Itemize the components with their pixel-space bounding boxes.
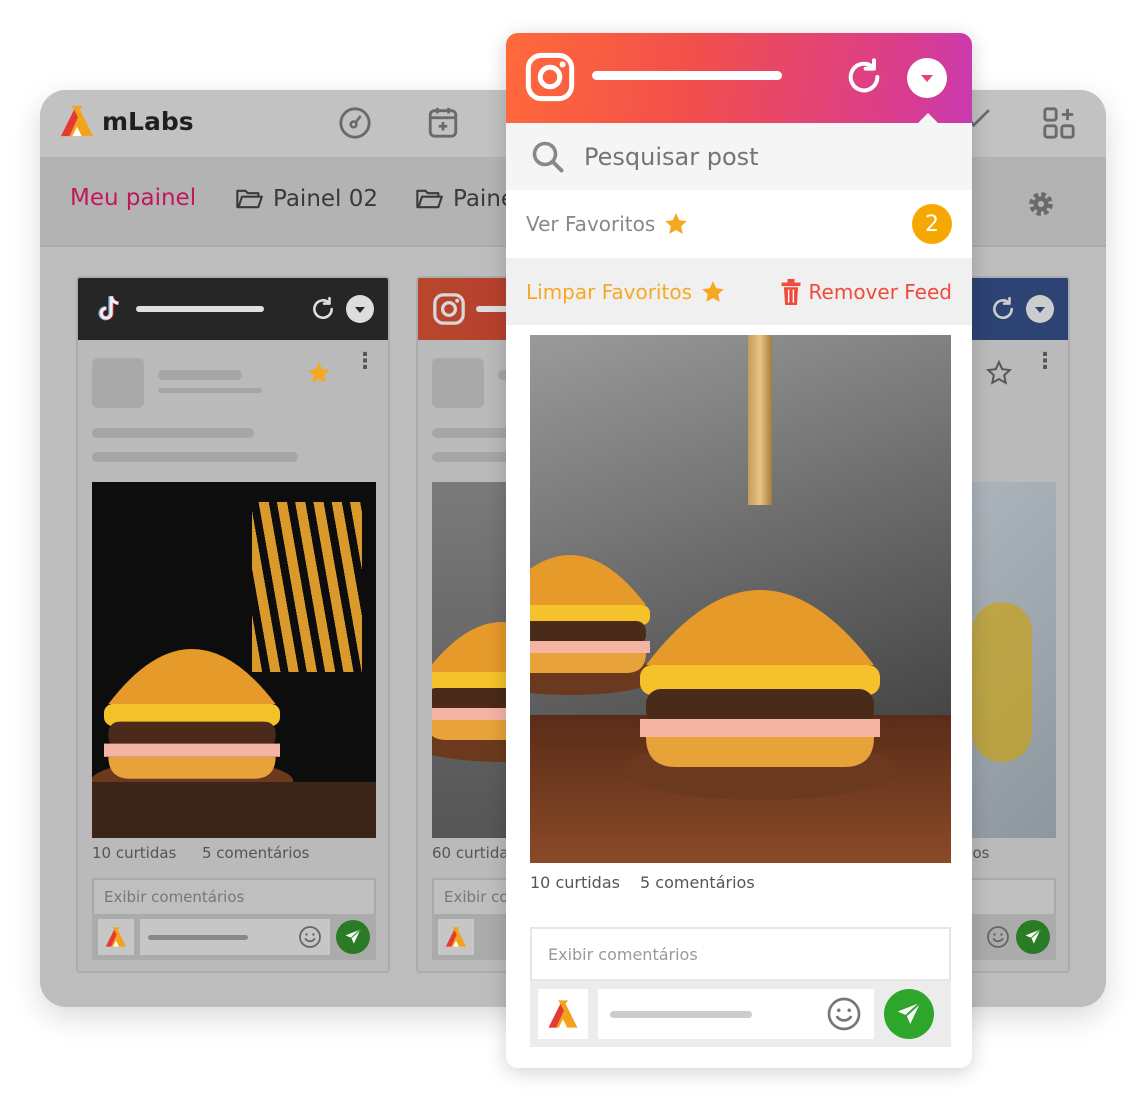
- dashboard-icon[interactable]: [338, 106, 372, 140]
- star-icon: [700, 279, 726, 305]
- more-options-icon[interactable]: ⋮: [354, 351, 376, 373]
- account-avatar: [438, 919, 474, 955]
- clear-favorites-label: Limpar Favoritos: [526, 279, 692, 304]
- remove-feed-button[interactable]: Remover Feed: [781, 278, 952, 305]
- tab-label: Meu painel: [70, 185, 197, 211]
- comments-count: 5 comentários: [202, 844, 310, 862]
- send-button[interactable]: [884, 989, 934, 1039]
- account-avatar: [538, 989, 588, 1039]
- feed-header: [506, 33, 972, 123]
- search-input[interactable]: [584, 142, 924, 171]
- instagram-icon: [524, 51, 576, 103]
- show-comments-button[interactable]: Exibir comentários: [92, 878, 376, 916]
- mlabs-logo-icon: [58, 104, 96, 138]
- send-icon: [1023, 927, 1043, 947]
- post-image: [530, 335, 951, 863]
- search-bar[interactable]: [506, 123, 972, 190]
- emoji-icon[interactable]: [986, 925, 1010, 949]
- trash-icon: [781, 278, 800, 305]
- avatar: [92, 358, 144, 408]
- clear-favorites-button[interactable]: Limpar Favoritos: [526, 279, 726, 305]
- star-icon[interactable]: [306, 360, 332, 386]
- app-name: mLabs: [102, 106, 194, 136]
- add-widget-icon[interactable]: [1042, 106, 1076, 140]
- calendar-add-icon[interactable]: [426, 104, 460, 140]
- mlabs-logo-icon: [546, 998, 580, 1030]
- folder-icon: [415, 185, 443, 213]
- search-icon: [532, 141, 564, 172]
- instagram-feed-popup: Ver Favoritos 2 Limpar Favoritos Remover…: [506, 33, 972, 1068]
- feed-menu-button[interactable]: [907, 58, 947, 98]
- send-icon: [343, 927, 363, 947]
- caret-down-icon: [355, 306, 365, 318]
- caret-down-icon: [921, 75, 933, 88]
- feed-menu-button[interactable]: [1026, 295, 1054, 323]
- tab-meu-painel[interactable]: Meu painel: [70, 185, 196, 211]
- view-favorites-label: Ver Favoritos: [526, 212, 656, 236]
- refresh-icon[interactable]: [310, 296, 336, 322]
- author-placeholder: [158, 370, 242, 380]
- caret-down-icon: [1035, 306, 1045, 318]
- feed-card-tiktok: ⋮ 10 curtidas 5 comentários Exibir comen…: [76, 276, 390, 973]
- emoji-icon[interactable]: [298, 925, 322, 949]
- text-placeholder: [92, 452, 298, 462]
- date-placeholder: [158, 388, 262, 393]
- comments-count: 5 comentários: [640, 873, 755, 892]
- more-options-icon[interactable]: ⋮: [1034, 351, 1056, 373]
- likes-count: 10 curtidas: [530, 873, 620, 892]
- mlabs-logo-icon: [444, 926, 468, 948]
- account-avatar: [98, 919, 134, 955]
- tab-label: Painel 02: [273, 186, 379, 212]
- post-image: [92, 482, 376, 838]
- text-placeholder: [92, 428, 254, 438]
- send-button[interactable]: [1016, 920, 1050, 954]
- feed-actions: Limpar Favoritos Remover Feed: [506, 258, 972, 325]
- tiktok-icon: [98, 295, 120, 321]
- instagram-icon: [432, 292, 466, 326]
- emoji-icon[interactable]: [826, 996, 862, 1032]
- favorites-count-badge: 2: [912, 204, 952, 244]
- comment-input[interactable]: [140, 919, 330, 955]
- likes-count: 60 curtidas: [432, 844, 517, 862]
- refresh-icon[interactable]: [844, 57, 884, 97]
- send-icon: [894, 999, 924, 1029]
- comment-input[interactable]: [598, 989, 874, 1039]
- comment-bar: [92, 914, 376, 960]
- folder-icon: [235, 185, 263, 213]
- star-icon: [663, 211, 689, 237]
- view-favorites-item[interactable]: Ver Favoritos 2: [506, 190, 972, 258]
- refresh-icon[interactable]: [990, 296, 1016, 322]
- mlabs-logo-icon: [104, 926, 128, 948]
- gear-icon[interactable]: [1026, 189, 1056, 219]
- feed-header: [78, 278, 388, 340]
- app-logo: mLabs: [58, 104, 194, 138]
- feed-name-placeholder: [592, 71, 782, 80]
- send-button[interactable]: [336, 920, 370, 954]
- avatar: [432, 358, 484, 408]
- star-outline-icon[interactable]: [986, 360, 1012, 386]
- comment-bar: [530, 981, 951, 1047]
- feed-menu-button[interactable]: [346, 295, 374, 323]
- menu-pointer: [918, 113, 938, 123]
- likes-count: 10 curtidas: [92, 844, 177, 862]
- tab-painel-02[interactable]: Painel 02: [235, 185, 378, 213]
- feed-name-placeholder: [136, 306, 264, 312]
- remove-feed-label: Remover Feed: [808, 279, 952, 304]
- show-comments-button[interactable]: Exibir comentários: [530, 927, 951, 981]
